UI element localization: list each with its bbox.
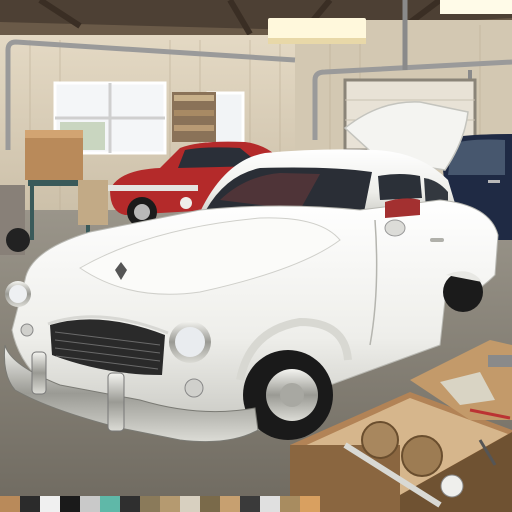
color-swatch — [140, 496, 160, 512]
color-swatch — [240, 496, 260, 512]
garage-scene — [0, 0, 512, 512]
color-swatch — [20, 496, 40, 512]
color-swatch — [40, 496, 60, 512]
color-swatch — [100, 496, 120, 512]
ceiling-light — [268, 18, 366, 44]
color-swatch — [300, 496, 320, 512]
color-swatch-strip — [0, 496, 320, 512]
color-swatch — [220, 496, 240, 512]
color-swatch — [280, 496, 300, 512]
color-swatch — [200, 496, 220, 512]
color-swatch — [180, 496, 200, 512]
ceiling-light — [440, 0, 512, 14]
color-swatch — [0, 496, 20, 512]
color-swatch — [80, 496, 100, 512]
color-swatch — [160, 496, 180, 512]
shelf — [172, 92, 216, 142]
color-swatch — [260, 496, 280, 512]
color-swatch — [120, 496, 140, 512]
color-swatch — [60, 496, 80, 512]
garage-photo — [0, 0, 512, 512]
